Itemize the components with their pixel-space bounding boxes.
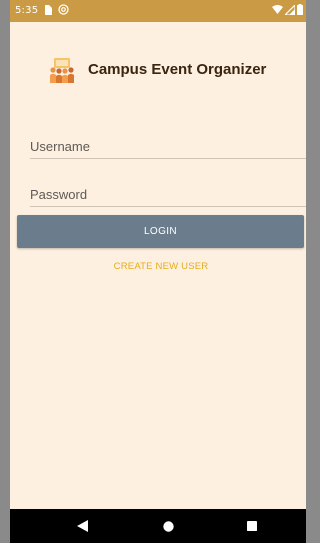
password-field[interactable] [30, 184, 306, 207]
password-input[interactable] [30, 184, 300, 204]
back-icon [76, 520, 88, 532]
app-header: Campus Event Organizer [10, 56, 306, 90]
username-input[interactable] [30, 136, 300, 156]
recents-icon [247, 521, 257, 531]
battery-icon [297, 4, 303, 15]
status-time: 5:35 [15, 5, 39, 16]
campus-crowd-logo [50, 58, 74, 83]
recents-button[interactable] [232, 509, 272, 543]
home-icon [162, 520, 174, 532]
app-screen: 5:35 Campus Event Organizer Username LOG… [10, 0, 306, 543]
at-sign-icon [58, 4, 69, 15]
status-notification-icons [44, 4, 69, 15]
username-field[interactable] [30, 136, 306, 159]
status-bar: 5:35 [10, 0, 306, 22]
create-new-user-link[interactable]: CREATE NEW USER [10, 261, 306, 272]
home-button[interactable] [148, 509, 188, 543]
sim-card-icon [45, 4, 52, 15]
navigation-bar [10, 509, 306, 543]
wifi-icon [272, 4, 283, 14]
status-system-icons [272, 4, 303, 15]
back-button[interactable] [62, 509, 102, 543]
login-button[interactable]: LOGIN [17, 215, 304, 248]
signal-icon [285, 4, 295, 15]
app-title: Campus Event Organizer [88, 61, 267, 78]
